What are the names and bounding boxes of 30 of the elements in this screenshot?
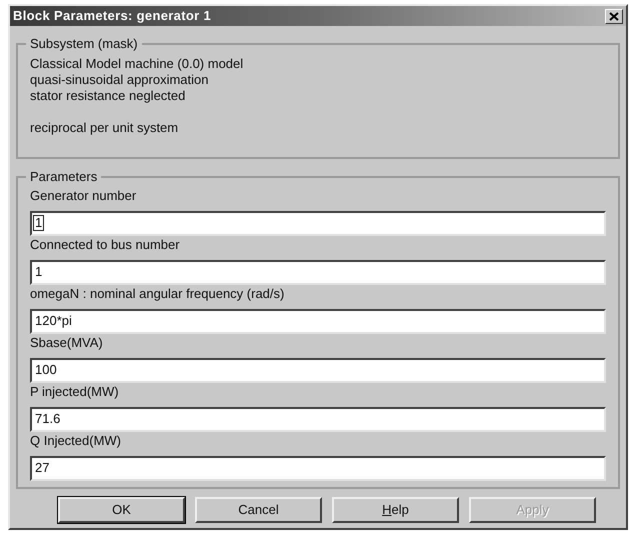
field-value: 1 [34, 216, 44, 230]
description-line: stator resistance neglected [30, 88, 186, 104]
field-value: 1 [34, 265, 44, 279]
input-field[interactable]: 120*pi [30, 308, 606, 334]
dialog-button[interactable]: Help [332, 497, 459, 523]
field-value: 120*pi [34, 314, 73, 328]
input-field[interactable]: 1 [30, 260, 606, 284]
group-title: Parameters [29, 168, 98, 186]
description-line: reciprocal per unit system [30, 120, 180, 136]
field-value: 71.6 [34, 412, 62, 426]
field-label: Q Injected(MW) [30, 432, 122, 450]
description-line: Classical Model machine (0.0) model [30, 56, 244, 72]
description-line: quasi-sinusoidal approximation [30, 72, 210, 88]
field-label: Connected to bus number [30, 236, 181, 254]
window-title: Block Parameters: generator 1 [13, 7, 212, 26]
field-value: 27 [34, 461, 50, 475]
dialog-button[interactable]: Cancel [195, 497, 322, 523]
close-button[interactable] [605, 8, 623, 24]
input-field[interactable]: 100 [30, 358, 606, 382]
input-field[interactable]: 71.6 [30, 406, 606, 432]
close-icon [609, 12, 619, 20]
input-field[interactable]: 1 [30, 210, 606, 236]
field-label: P injected(MW) [30, 382, 120, 401]
field-label: Sbase(MVA) [30, 334, 104, 352]
field-value: 100 [34, 363, 58, 377]
group-title: Subsystem (mask) [29, 35, 139, 53]
dialog-button[interactable]: OK [58, 497, 185, 523]
field-label: omegaN : nominal angular frequency (rad/s) [30, 284, 286, 303]
input-field[interactable]: 27 [30, 456, 606, 480]
field-label: Generator number [30, 186, 138, 204]
